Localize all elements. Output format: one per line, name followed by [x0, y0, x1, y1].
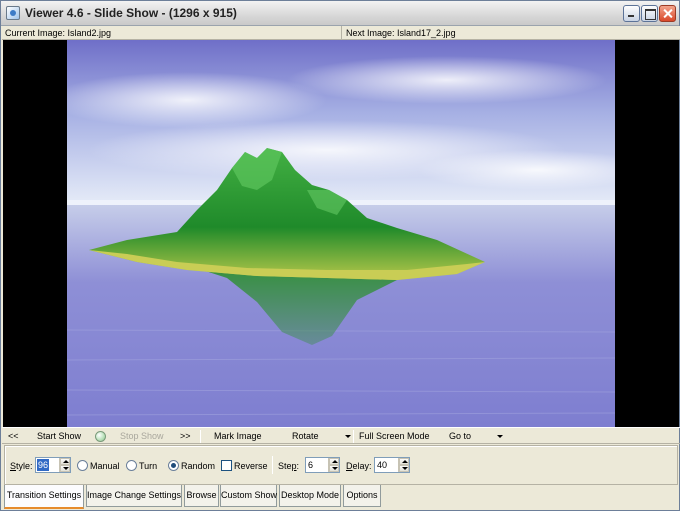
chevron-down-icon — [497, 435, 503, 439]
tab-custom-show[interactable]: Custom Show — [220, 485, 277, 507]
window-title: Viewer 4.6 - Slide Show - (1296 x 915) — [25, 6, 237, 20]
step-stepper[interactable]: 6 — [305, 457, 340, 473]
delay-stepper[interactable]: 40 — [374, 457, 410, 473]
stop-show-button[interactable]: Stop Show — [120, 428, 164, 445]
delay-value[interactable]: 40 — [377, 459, 387, 471]
start-show-button[interactable]: Start Show — [37, 428, 81, 445]
tab-options[interactable]: Options — [343, 485, 381, 507]
delay-spin-arrows[interactable] — [398, 458, 409, 472]
go-to-dropdown-arrow[interactable] — [494, 428, 503, 445]
settings-tab-bar: Transition Settings Image Change Setting… — [4, 485, 678, 509]
rotate-label: Rotate — [292, 431, 319, 441]
app-icon[interactable] — [6, 6, 20, 20]
spin-down-icon[interactable] — [399, 465, 409, 472]
style-label: Style: — [10, 461, 33, 471]
next-image-label: Next Image: Island17_2.jpg — [346, 28, 456, 38]
rotate-menu[interactable]: Rotate — [292, 428, 319, 445]
random-radio[interactable] — [168, 460, 179, 471]
turn-label: Turn — [139, 461, 158, 471]
reverse-label: Reverse — [234, 461, 268, 471]
previous-image-button[interactable]: << — [8, 428, 19, 445]
show-status-icon — [95, 431, 106, 442]
style-spin-arrows[interactable] — [59, 458, 70, 472]
spin-up-icon[interactable] — [60, 458, 70, 465]
slideshow-control-bar: << Start Show Stop Show >> Mark Image Ro… — [2, 427, 680, 444]
tab-image-change-settings[interactable]: Image Change Settings — [86, 485, 182, 507]
maximize-button[interactable] — [641, 5, 658, 22]
toolbar-separator — [200, 430, 201, 443]
viewer-window: Viewer 4.6 - Slide Show - (1296 x 915) C… — [0, 0, 680, 511]
spin-down-icon[interactable] — [329, 465, 339, 472]
random-label: Random — [181, 461, 216, 471]
island-picture — [67, 40, 615, 427]
step-label: Step: — [278, 461, 300, 471]
tab-transition-settings[interactable]: Transition Settings — [4, 485, 84, 509]
slide-image — [67, 40, 615, 427]
spin-up-icon[interactable] — [329, 458, 339, 465]
manual-radio[interactable] — [77, 460, 88, 471]
step-value[interactable]: 6 — [308, 459, 313, 471]
spin-up-icon[interactable] — [399, 458, 409, 465]
tab-desktop-mode[interactable]: Desktop Mode — [279, 485, 341, 507]
mark-image-button[interactable]: Mark Image — [214, 428, 262, 445]
reverse-checkbox[interactable] — [221, 460, 232, 471]
image-info-bar: Current Image: Island2.jpg Next Image: I… — [2, 26, 680, 40]
rotate-dropdown-arrow[interactable] — [342, 428, 351, 445]
tab-browse[interactable]: Browse — [184, 485, 219, 507]
toolbar-separator — [353, 430, 354, 443]
title-bar: Viewer 4.6 - Slide Show - (1296 x 915) — [1, 1, 679, 26]
turn-radio[interactable] — [126, 460, 137, 471]
panel-separator — [272, 456, 273, 474]
style-value[interactable]: 96 — [37, 459, 50, 471]
next-image-button[interactable]: >> — [180, 428, 191, 445]
style-stepper[interactable]: 96 — [35, 457, 71, 473]
current-image-label: Current Image: Island2.jpg — [2, 26, 342, 40]
go-to-menu[interactable]: Go to — [449, 428, 471, 445]
full-screen-mode-button[interactable]: Full Screen Mode — [359, 428, 430, 445]
close-button[interactable] — [659, 5, 676, 22]
spin-down-icon[interactable] — [60, 465, 70, 472]
step-spin-arrows[interactable] — [328, 458, 339, 472]
manual-label: Manual — [90, 461, 120, 471]
transition-settings-panel: Style: 96 Manual Turn Random Reverse Ste… — [4, 445, 678, 485]
delay-label: Delay: — [346, 461, 372, 471]
image-viewport[interactable] — [3, 40, 679, 427]
chevron-down-icon — [345, 435, 351, 439]
minimize-button[interactable] — [623, 5, 640, 22]
